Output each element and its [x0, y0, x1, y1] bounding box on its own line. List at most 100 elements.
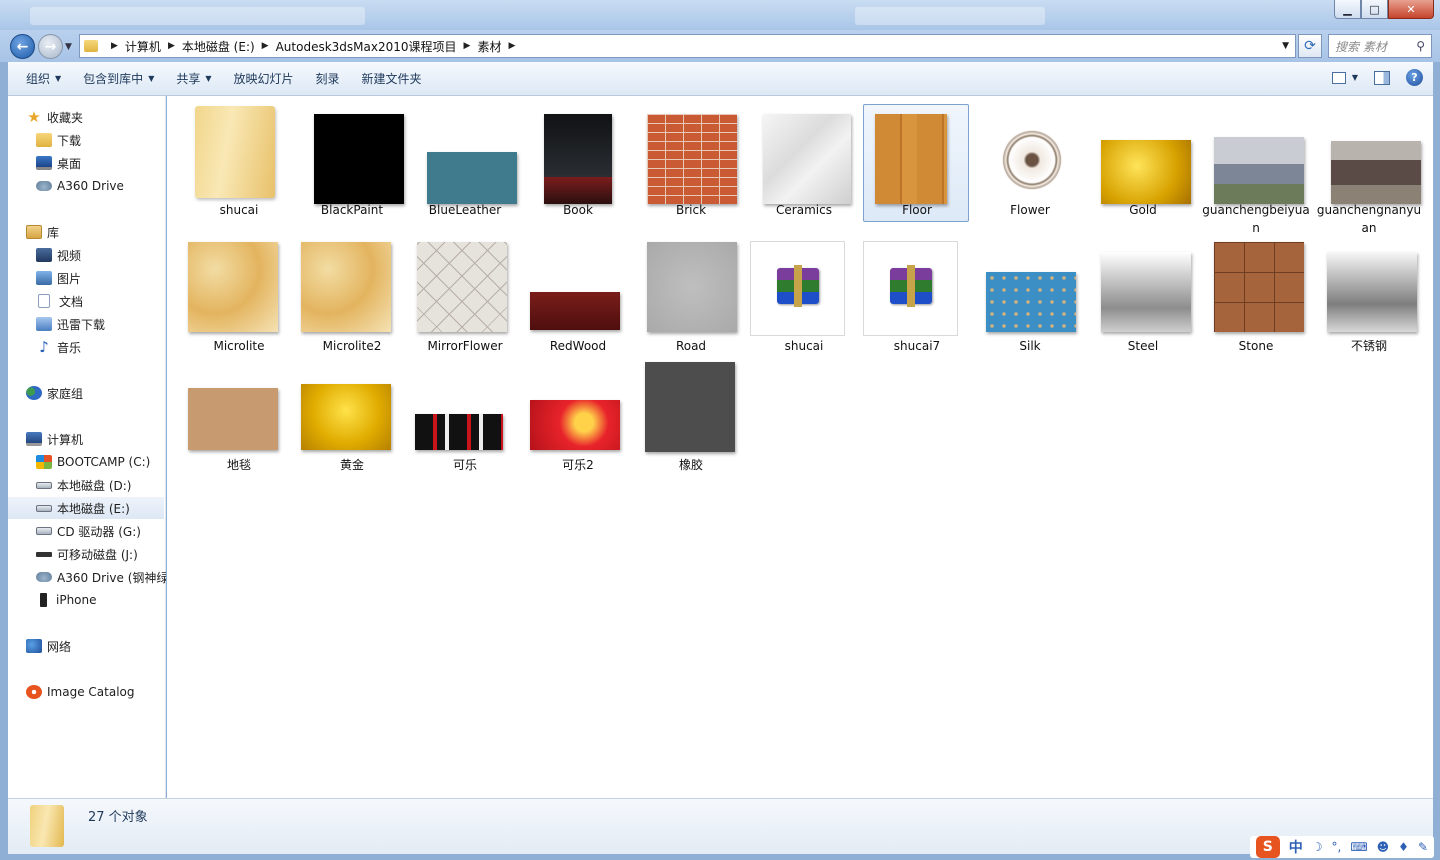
chevron-right-icon[interactable]: ▶	[262, 41, 269, 51]
hard-drive-icon	[36, 481, 52, 489]
homegroup-icon	[26, 386, 42, 400]
settings-wrench-icon[interactable]: ✎	[1418, 840, 1428, 854]
punctuation-icon[interactable]: °,	[1332, 840, 1342, 854]
file-name: 黄金	[339, 458, 364, 472]
skin-icon[interactable]: ♦	[1398, 840, 1409, 854]
share-menu[interactable]: 共享 ▼	[165, 67, 222, 91]
image-thumbnail	[647, 242, 737, 332]
image-thumbnail	[188, 242, 278, 332]
keyboard-icon[interactable]: ⌨	[1350, 840, 1367, 854]
file-name: Brick	[675, 203, 707, 217]
sogou-logo-icon[interactable]: S	[1255, 836, 1280, 858]
sidebar-item-label: iPhone	[56, 593, 97, 607]
catalog-icon	[26, 685, 42, 699]
recent-pages-dropdown[interactable]: ▼	[65, 42, 72, 52]
image-thumbnail	[1214, 137, 1304, 204]
image-thumbnail	[763, 114, 851, 204]
slideshow-button[interactable]: 放映幻灯片	[223, 67, 305, 91]
computer-icon	[26, 432, 42, 446]
sidebar-item-label: 家庭组	[47, 386, 84, 401]
burn-button[interactable]: 刻录	[305, 67, 351, 91]
address-bar[interactable]: ▶ 计算机 ▶ 本地磁盘 (E:) ▶ Autodesk3dsMax2010课程…	[79, 34, 1296, 58]
file-name: RedWood	[549, 339, 607, 353]
star-icon: ★	[27, 108, 41, 126]
change-view-icon[interactable]	[1331, 71, 1346, 84]
sidebar-item-computer[interactable]: 计算机	[26, 428, 182, 450]
image-thumbnail	[530, 292, 620, 330]
file-name: shucai	[784, 339, 824, 353]
winrar-icon	[777, 265, 819, 307]
sidebar-item-image-catalog[interactable]: Image Catalog	[26, 681, 182, 703]
organize-label: 组织	[26, 72, 51, 86]
breadcrumb-project[interactable]: Autodesk3dsMax2010课程项目	[276, 38, 457, 55]
download-manager-icon	[36, 317, 52, 331]
chevron-right-icon[interactable]: ▶	[508, 41, 515, 51]
share-label: 共享	[176, 72, 201, 86]
search-placeholder: 搜索 素材	[1335, 39, 1387, 54]
file-name: BlueLeather	[428, 203, 502, 217]
minimize-button[interactable]: ▁	[1334, 0, 1361, 19]
close-button[interactable]: ✕	[1388, 0, 1434, 19]
chevron-right-icon[interactable]: ▶	[168, 41, 175, 51]
chevron-down-icon[interactable]: ▼	[1282, 41, 1289, 51]
file-name: BlackPaint	[320, 203, 384, 217]
file-name: shucai7	[893, 339, 941, 353]
sidebar-item-a360-2[interactable]: A360 Drive (钢神绿	[36, 566, 166, 588]
image-thumbnail	[1214, 242, 1304, 332]
image-thumbnail	[427, 152, 517, 204]
help-icon[interactable]: ?	[1406, 69, 1423, 86]
preview-pane-icon[interactable]	[1374, 70, 1390, 85]
winrar-icon	[890, 265, 932, 307]
sidebar-item-network[interactable]: 网络	[26, 635, 182, 657]
breadcrumb-drive-e[interactable]: 本地磁盘 (E:)	[182, 38, 255, 55]
refresh-button[interactable]: ⟳	[1298, 34, 1322, 58]
forward-button[interactable]: →	[38, 34, 63, 59]
back-button[interactable]: ←	[10, 34, 35, 59]
minimize-icon: ▁	[1343, 2, 1352, 16]
sidebar-item-label: 下载	[57, 133, 82, 148]
file-name: MirrorFlower	[427, 339, 503, 353]
file-name: Book	[563, 203, 593, 217]
file-name: guanchengbeiyuan	[1202, 203, 1310, 235]
navigation-pane: ★ 收藏夹 下载 桌面 A360 Drive 库 视频 图片 文档 迅雷下载 ♪ 音…	[8, 96, 166, 798]
library-icon	[26, 225, 42, 239]
image-thumbnail	[188, 388, 278, 450]
include-library-label: 包含到库中	[83, 72, 144, 86]
item-count: 27 个对象	[88, 810, 148, 825]
music-note-icon: ♪	[39, 338, 49, 356]
breadcrumb-computer[interactable]: 计算机	[125, 38, 161, 55]
sidebar-item-label: BOOTCAMP (C:)	[57, 455, 151, 469]
sidebar-item-label: 可移动磁盘 (J:)	[57, 547, 138, 562]
sidebar-item-label: 本地磁盘 (E:)	[57, 501, 130, 516]
sidebar-item-homegroup[interactable]: 家庭组	[26, 382, 182, 404]
hard-drive-icon	[36, 504, 52, 512]
desktop-icon	[36, 156, 52, 170]
new-folder-button[interactable]: 新建文件夹	[351, 67, 433, 91]
sidebar-item-libraries[interactable]: 库	[26, 221, 182, 243]
file-name: 可乐	[452, 458, 477, 472]
chevron-down-icon[interactable]: ▼	[1352, 73, 1358, 82]
navigation-bar: ← → ▼ ▶ 计算机 ▶ 本地磁盘 (E:) ▶ Autodesk3dsMax…	[0, 30, 1440, 62]
image-thumbnail	[1331, 141, 1421, 204]
search-input[interactable]: 搜索 素材 ⚲	[1328, 34, 1432, 58]
chevron-right-icon[interactable]: ▶	[464, 41, 471, 51]
moon-icon[interactable]: ☽	[1312, 840, 1323, 854]
user-icon[interactable]: ☻	[1377, 840, 1390, 854]
sidebar-item-label: 网络	[47, 639, 72, 654]
sidebar-item-favorites[interactable]: ★ 收藏夹	[26, 106, 182, 128]
include-in-library-menu[interactable]: 包含到库中 ▼	[72, 67, 165, 91]
image-thumbnail	[415, 414, 503, 450]
image-thumbnail	[1101, 140, 1191, 204]
image-thumbnail	[875, 114, 947, 204]
organize-menu[interactable]: 组织 ▼	[15, 67, 72, 91]
sidebar-item-drive-e[interactable]: 本地磁盘 (E:)	[8, 497, 164, 519]
document-icon	[38, 294, 50, 308]
maximize-button[interactable]: □	[1361, 0, 1388, 19]
pictures-icon	[36, 271, 52, 285]
image-thumbnail	[314, 114, 404, 204]
network-icon	[26, 639, 42, 653]
ime-mode-indicator[interactable]: 中	[1289, 837, 1303, 857]
breadcrumb-materials[interactable]: 素材	[477, 38, 501, 55]
file-list-view[interactable]: shucai BlackPaint BlueLeather Book Brick Cera…	[167, 96, 1433, 798]
chevron-right-icon[interactable]: ▶	[111, 41, 118, 51]
